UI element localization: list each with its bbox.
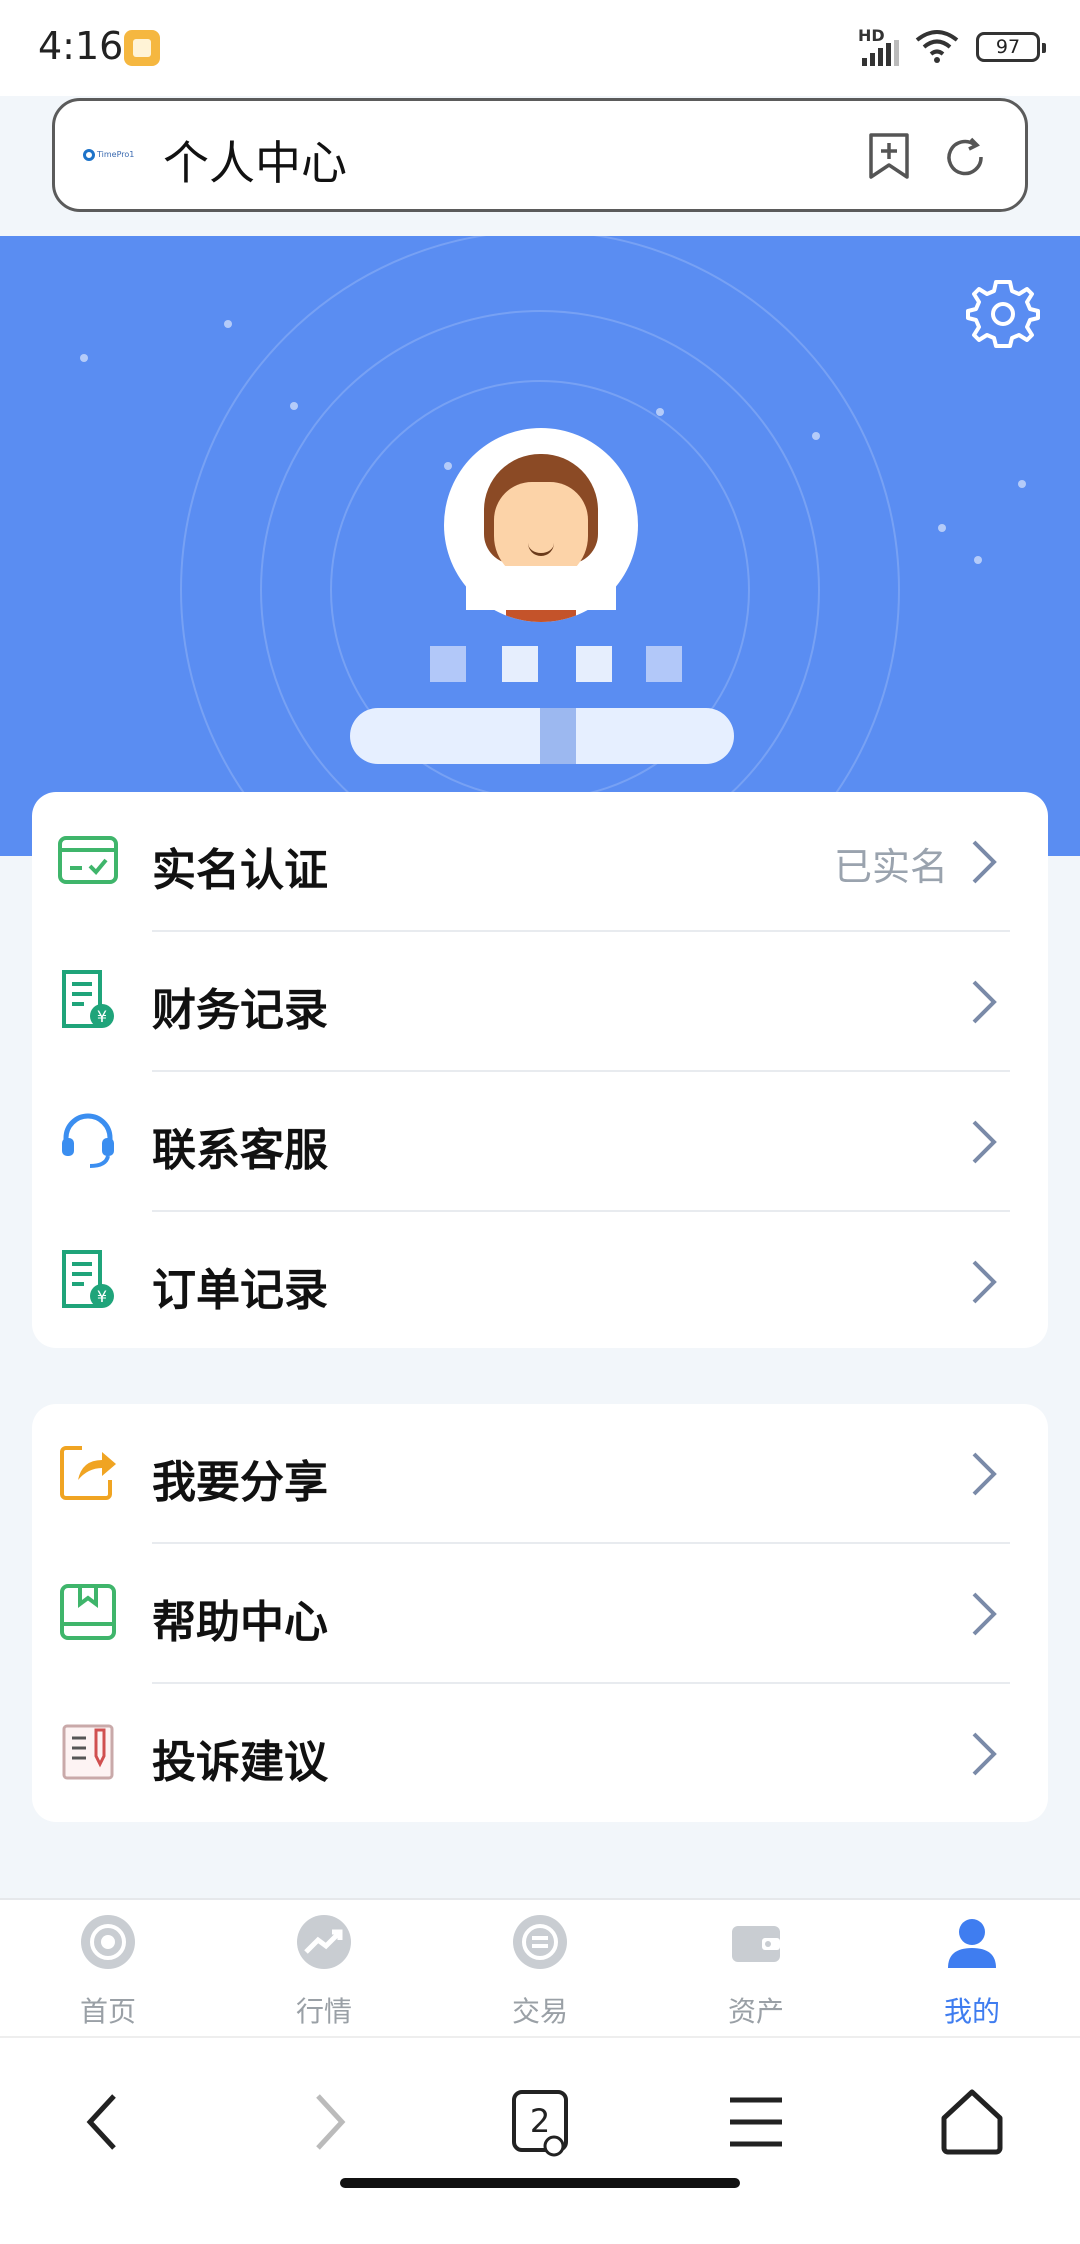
profile-tab-icon [948,1919,996,1968]
tab-label: 行情 [295,1995,352,2028]
tab-count: 2 [529,2102,551,2140]
market-tab-icon [297,1915,351,1969]
settings-gear-icon[interactable] [966,276,1040,350]
tab-home[interactable]: 首页 [0,1900,216,2036]
chevron-right-icon [972,1260,997,1304]
page-title: 个人中心 [163,136,347,190]
tabs-button[interactable]: 2 [500,2082,580,2162]
site-logo-text: TimePro1 [97,150,135,159]
status-bar: 4:16 HD 97 [0,0,1080,96]
order-record-icon: ¥ [62,1250,114,1308]
battery-indicator: 97 [976,32,1046,62]
svg-text:¥: ¥ [97,1007,107,1026]
menu-item-share[interactable]: 我要分享 [32,1404,1048,1544]
tab-assets[interactable]: 资产 [648,1900,864,2036]
browser-nav-bar: 2 [0,2036,1080,2244]
headset-icon [62,1113,114,1168]
help-book-icon [60,1584,116,1640]
menu-item-help[interactable]: 帮助中心 [32,1544,1048,1684]
chevron-right-icon [972,980,997,1024]
wifi-icon [915,30,959,63]
menu-item-real-name[interactable]: 实名认证 已实名 [32,792,1048,932]
menu-item-complaint[interactable]: 投诉建议 [32,1684,1048,1824]
verified-status: 已实名 [833,845,948,889]
back-icon[interactable] [64,2082,144,2162]
menu-item-customer-service[interactable]: 联系客服 [32,1072,1048,1212]
menu-label: 联系客服 [152,1125,328,1176]
menu-label: 投诉建议 [152,1737,328,1788]
menu-label: 财务记录 [152,985,328,1036]
chevron-right-icon [972,1592,997,1636]
tab-market[interactable]: 行情 [216,1900,432,2036]
chevron-right-icon [972,1732,997,1776]
menu-label: 订单记录 [152,1265,328,1316]
site-logo: TimePro1 [83,147,143,163]
username-redacted [576,646,612,682]
status-time: 4:16 [38,24,124,68]
tab-trade[interactable]: 交易 [432,1900,648,2036]
share-icon [60,1446,116,1500]
username-redacted [430,646,466,682]
id-card-check-icon [58,836,118,884]
username-redacted [502,646,538,682]
forward-icon[interactable] [288,2082,368,2162]
tab-label: 交易 [511,1995,568,2028]
finance-record-icon: ¥ [62,970,114,1028]
tab-label: 资产 [727,1995,784,2028]
account-menu-card: 实名认证 已实名 ¥ 财务记录 联系客服 ¥ 订单记录 [32,792,1048,1348]
tab-profile[interactable]: 我的 [864,1900,1080,2036]
support-menu-card: 我要分享 帮助中心 投诉建议 [32,1404,1048,1822]
notification-app-icon [124,30,160,66]
browser-address-bar[interactable]: TimePro1 个人中心 [52,98,1028,212]
complaint-icon [62,1724,114,1780]
menu-label: 实名认证 [152,845,328,896]
chevron-right-icon [972,840,997,884]
wallet-tab-icon [732,1926,780,1962]
menu-label: 我要分享 [152,1457,328,1508]
signal-icon [862,40,899,66]
bottom-tab-bar: 首页 行情 交易 资产 我的 [0,1898,1080,2036]
home-tab-icon [81,1915,135,1969]
refresh-icon[interactable] [941,133,989,181]
menu-item-orders[interactable]: ¥ 订单记录 [32,1212,1048,1352]
chevron-right-icon [972,1120,997,1164]
add-bookmark-icon[interactable] [867,131,911,181]
svg-text:¥: ¥ [97,1287,107,1306]
trade-tab-icon [513,1915,567,1969]
tab-label: 首页 [79,1995,136,2028]
home-indicator [340,2178,740,2188]
menu-item-finance[interactable]: ¥ 财务记录 [32,932,1048,1072]
home-icon[interactable] [932,2082,1012,2162]
avatar-mask [466,566,616,610]
chevron-right-icon [972,1452,997,1496]
menu-icon[interactable] [716,2082,796,2162]
menu-label: 帮助中心 [152,1597,328,1648]
user-id-redacted [350,708,734,764]
tab-label: 我的 [943,1995,1000,2028]
username-redacted [646,646,682,682]
